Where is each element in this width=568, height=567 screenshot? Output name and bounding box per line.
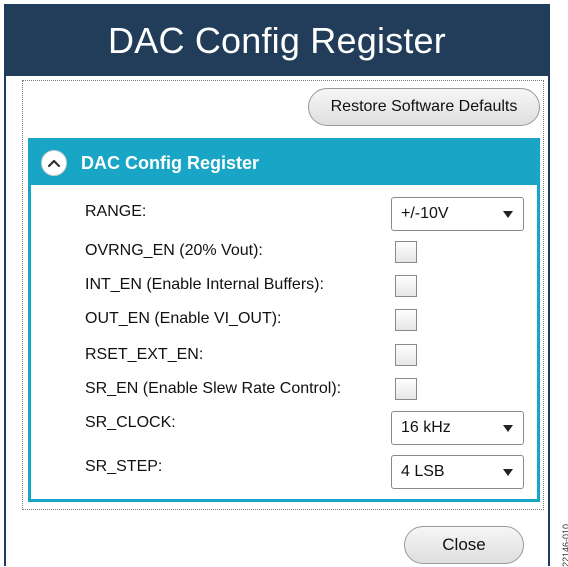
sr-clock-select[interactable]: 16 kHz	[391, 411, 524, 445]
ovrng-en-checkbox[interactable]	[395, 241, 417, 263]
dac-config-panel: DAC Config Register RANGE: +/-10V OVRNG_…	[28, 138, 540, 502]
window-title: DAC Config Register	[108, 20, 446, 61]
restore-defaults-button[interactable]: Restore Software Defaults	[308, 88, 540, 126]
panel-header[interactable]: DAC Config Register	[31, 141, 537, 185]
sr-clock-label: SR_CLOCK:	[85, 414, 176, 431]
dropdown-arrow-icon	[503, 425, 513, 432]
sr-en-row: SR_EN (Enable Slew Rate Control):	[85, 374, 341, 404]
window-title-bar: DAC Config Register	[6, 6, 548, 76]
ovrng-en-row: OVRNG_EN (20% Vout):	[85, 236, 263, 266]
sr-en-checkbox[interactable]	[395, 378, 417, 400]
sr-step-value: 4 LSB	[401, 463, 445, 480]
out-en-checkbox[interactable]	[395, 309, 417, 331]
sr-en-label: SR_EN (Enable Slew Rate Control):	[85, 380, 342, 397]
sr-step-row: SR_STEP:	[85, 452, 162, 482]
ovrng-en-label: OVRNG_EN (20% Vout):	[85, 242, 263, 259]
dialog-window: DAC Config Register Restore Software Def…	[4, 4, 550, 566]
int-en-label: INT_EN (Enable Internal Buffers):	[85, 276, 324, 293]
rset-ext-en-checkbox[interactable]	[395, 344, 417, 366]
rset-ext-en-label: RSET_EXT_EN:	[85, 346, 204, 363]
sr-step-label: SR_STEP:	[85, 458, 163, 475]
dropdown-arrow-icon	[503, 211, 513, 218]
chevron-up-icon[interactable]	[41, 150, 67, 176]
figure-id-note: 22146-010	[561, 523, 568, 567]
range-select[interactable]: +/-10V	[391, 197, 524, 231]
close-button[interactable]: Close	[404, 526, 524, 564]
out-en-row: OUT_EN (Enable VI_OUT):	[85, 304, 282, 334]
int-en-row: INT_EN (Enable Internal Buffers):	[85, 270, 324, 300]
sr-step-select[interactable]: 4 LSB	[391, 455, 524, 489]
panel-title: DAC Config Register	[81, 152, 260, 173]
dropdown-arrow-icon	[503, 469, 513, 476]
rset-ext-en-row: RSET_EXT_EN:	[85, 340, 203, 370]
range-label: RANGE:	[85, 203, 147, 220]
range-value: +/-10V	[401, 205, 449, 222]
sr-clock-row: SR_CLOCK:	[85, 408, 176, 438]
range-row: RANGE:	[85, 197, 146, 227]
out-en-label: OUT_EN (Enable VI_OUT):	[85, 310, 282, 327]
sr-clock-value: 16 kHz	[401, 419, 451, 436]
int-en-checkbox[interactable]	[395, 275, 417, 297]
